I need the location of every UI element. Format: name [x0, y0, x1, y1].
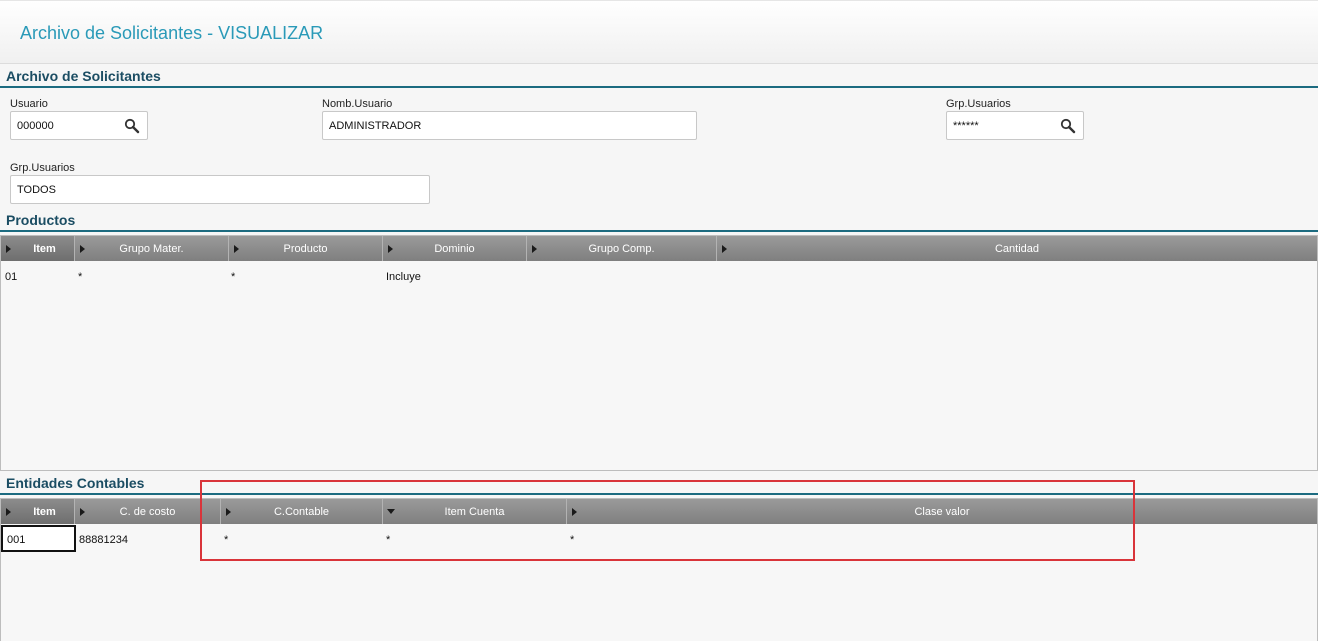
cell-dominio: Incluye: [386, 271, 421, 283]
column-header-item-cuenta[interactable]: Item Cuenta: [383, 499, 567, 524]
grp-usuarios-2-field[interactable]: TODOS: [10, 175, 430, 204]
cell-c-contable: *: [224, 534, 229, 546]
grp-usuarios-2-value: TODOS: [17, 184, 56, 196]
search-icon[interactable]: [124, 118, 140, 134]
section-title-archivo: Archivo de Solicitantes: [6, 68, 161, 84]
triangle-right-icon: [6, 508, 11, 516]
entidades-grid: Item C. de costo C.Contable Item Cuenta …: [0, 498, 1318, 641]
nomb-usuario-value: ADMINISTRADOR: [329, 120, 422, 132]
search-icon[interactable]: [1060, 118, 1076, 134]
triangle-right-icon: [6, 245, 11, 253]
column-header-label: Item: [33, 243, 56, 255]
section-divider: [0, 230, 1318, 232]
cell-item: 01: [5, 271, 18, 283]
usuario-value: 000000: [17, 120, 54, 132]
grp-usuarios-value: ******: [953, 120, 979, 132]
nomb-usuario-field[interactable]: ADMINISTRADOR: [322, 111, 697, 140]
column-header-label: Grupo Comp.: [588, 243, 655, 255]
column-header-label: Grupo Mater.: [119, 243, 184, 255]
column-header-c-contable[interactable]: C.Contable: [221, 499, 383, 524]
section-divider: [0, 86, 1318, 88]
column-header-producto[interactable]: Producto: [229, 236, 383, 261]
title-bar: Archivo de Solicitantes - VISUALIZAR: [0, 0, 1318, 64]
nomb-usuario-label: Nomb.Usuario: [322, 98, 393, 110]
column-header-label: Dominio: [434, 243, 475, 255]
cell-producto: *: [231, 271, 236, 283]
usuario-label: Usuario: [10, 98, 48, 110]
column-header-label: Cantidad: [994, 243, 1040, 255]
column-header-grupo-mater[interactable]: Grupo Mater.: [75, 236, 229, 261]
column-header-grupo-comp[interactable]: Grupo Comp.: [527, 236, 717, 261]
column-header-label: Item: [33, 506, 56, 518]
cell-grupo-mater: *: [78, 271, 83, 283]
productos-grid-header: Item Grupo Mater. Producto Dominio Grupo…: [1, 236, 1317, 261]
column-header-label: Clase valor: [914, 506, 970, 518]
column-header-cantidad[interactable]: Cantidad: [717, 236, 1317, 261]
column-header-label: Producto: [283, 243, 328, 255]
page-title: Archivo de Solicitantes - VISUALIZAR: [20, 23, 324, 43]
grp-usuarios-label: Grp.Usuarios: [946, 98, 1011, 110]
section-title-productos: Productos: [6, 212, 76, 228]
cell-c-costo: 88881234: [79, 534, 128, 546]
column-header-dominio[interactable]: Dominio: [383, 236, 527, 261]
column-header-item[interactable]: Item: [1, 236, 75, 261]
column-header-label: Item Cuenta: [444, 506, 505, 518]
column-header-label: C. de costo: [119, 506, 176, 518]
section-divider: [0, 493, 1318, 495]
section-title-entidades: Entidades Contables: [6, 475, 145, 491]
entidades-grid-header: Item C. de costo C.Contable Item Cuenta …: [1, 499, 1317, 524]
cell-item: 001: [7, 534, 26, 546]
column-header-item[interactable]: Item: [1, 499, 75, 524]
cell-clase-valor: *: [570, 534, 575, 546]
productos-grid: Item Grupo Mater. Producto Dominio Grupo…: [0, 235, 1318, 471]
grp-usuarios-2-label: Grp.Usuarios: [10, 162, 75, 174]
usuario-field[interactable]: 000000: [10, 111, 148, 140]
cell-item-cuenta: *: [386, 534, 391, 546]
grp-usuarios-field[interactable]: ******: [946, 111, 1084, 140]
column-header-clase-valor[interactable]: Clase valor: [567, 499, 1317, 524]
column-header-c-costo[interactable]: C. de costo: [75, 499, 221, 524]
focused-cell[interactable]: 001: [1, 525, 76, 552]
column-header-label: C.Contable: [273, 506, 330, 518]
